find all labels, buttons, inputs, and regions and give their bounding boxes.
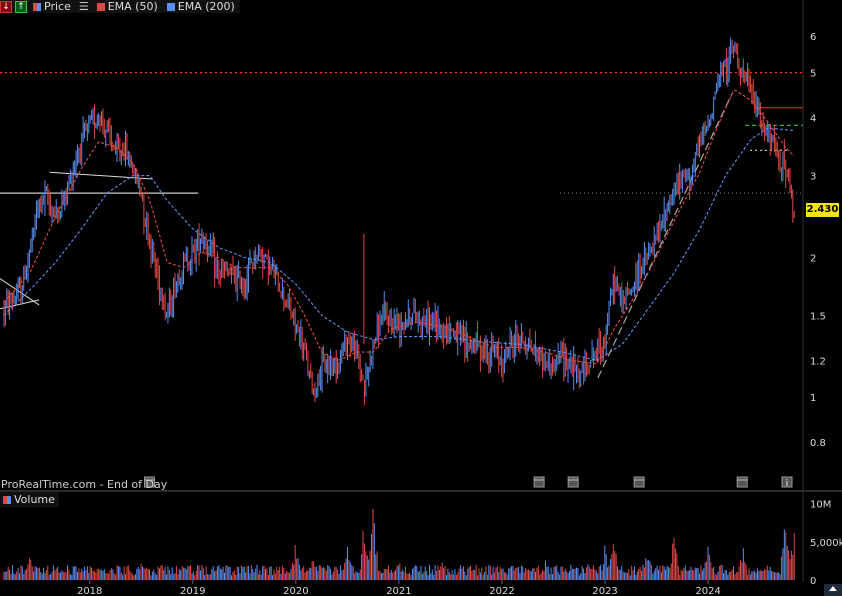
legend-ema50-label: EMA (50) [107,0,158,13]
y-tick-label: 6 [810,32,816,43]
ema50-swatch-icon [96,2,105,11]
x-tick-label: 2020 [283,586,308,596]
time-x-axis: 2018 2019 2020 2021 2022 2023 2024 [77,580,721,596]
list-icon[interactable]: ☰ [77,0,91,13]
zoom-out-icon[interactable]: ↓ [0,0,12,13]
price-panel-bg [0,0,803,490]
x-tick-label: 2019 [180,586,205,596]
y-tick-label: 5 [810,69,816,80]
volume-bars [3,508,795,580]
x-tick-label: 2024 [695,586,720,596]
calendar-icon[interactable] [533,476,545,488]
y-tick-label: 3 [810,172,816,183]
x-tick-label: 2018 [77,586,102,596]
chart-toolbar: ↓ ↑ Price ☰ EMA (50) EMA (200) [0,0,240,13]
volume-tick-label: 0 [810,576,816,587]
y-tick-label: 4 [810,114,816,125]
calendar-icon-body [633,476,645,488]
volume-tick-label: 5,000k [810,538,842,549]
y-tick-label: 2 [810,253,816,264]
zoom-in-icon[interactable]: ↑ [15,0,27,13]
y-tick-label: 1 [810,393,816,404]
legend-price-label: Price [44,0,71,13]
calendar-icon[interactable] [736,476,748,488]
ema200-swatch-icon [166,2,175,11]
source-watermark: ProRealTime.com - End of Day [1,478,168,491]
info-icon[interactable]: i [781,476,793,489]
volume-label: Volume [14,493,55,506]
volume-tick-label: 10M [810,500,831,511]
calendar-icon-body [533,476,545,488]
legend-ema200-label: EMA (200) [177,0,235,13]
y-tick-label: 0.8 [810,438,826,449]
volume-legend[interactable]: Volume [0,492,59,507]
add-indicator-icon[interactable] [824,584,842,596]
calendar-icon[interactable] [567,476,579,488]
x-tick-label: 2021 [386,586,411,596]
calendar-icon-body [567,476,579,488]
x-tick-label: 2022 [489,586,514,596]
x-tick-label: 2023 [592,586,617,596]
info-icon-glyph: i [786,479,789,489]
y-tick-label: 1.5 [810,311,826,322]
legend-price[interactable]: Price [30,0,74,13]
y-tick-label: 1.2 [810,356,826,367]
price-swatch-icon [33,2,41,11]
legend-ema200[interactable]: EMA (200) [164,0,238,13]
last-price-tag: 2.430 [806,203,839,217]
stock-chart[interactable]: 65432.521.51.210.8 10M5,000k0 2018201920… [0,0,842,596]
calendar-icon-body [736,476,748,488]
calendar-icon[interactable] [633,476,645,488]
legend-ema50[interactable]: EMA (50) [94,0,161,13]
volume-y-axis: 10M 5,000k 0 [810,500,842,587]
price-y-axis: 65432.521.51.210.8 [810,32,826,449]
volume-swatch-icon [3,495,11,504]
